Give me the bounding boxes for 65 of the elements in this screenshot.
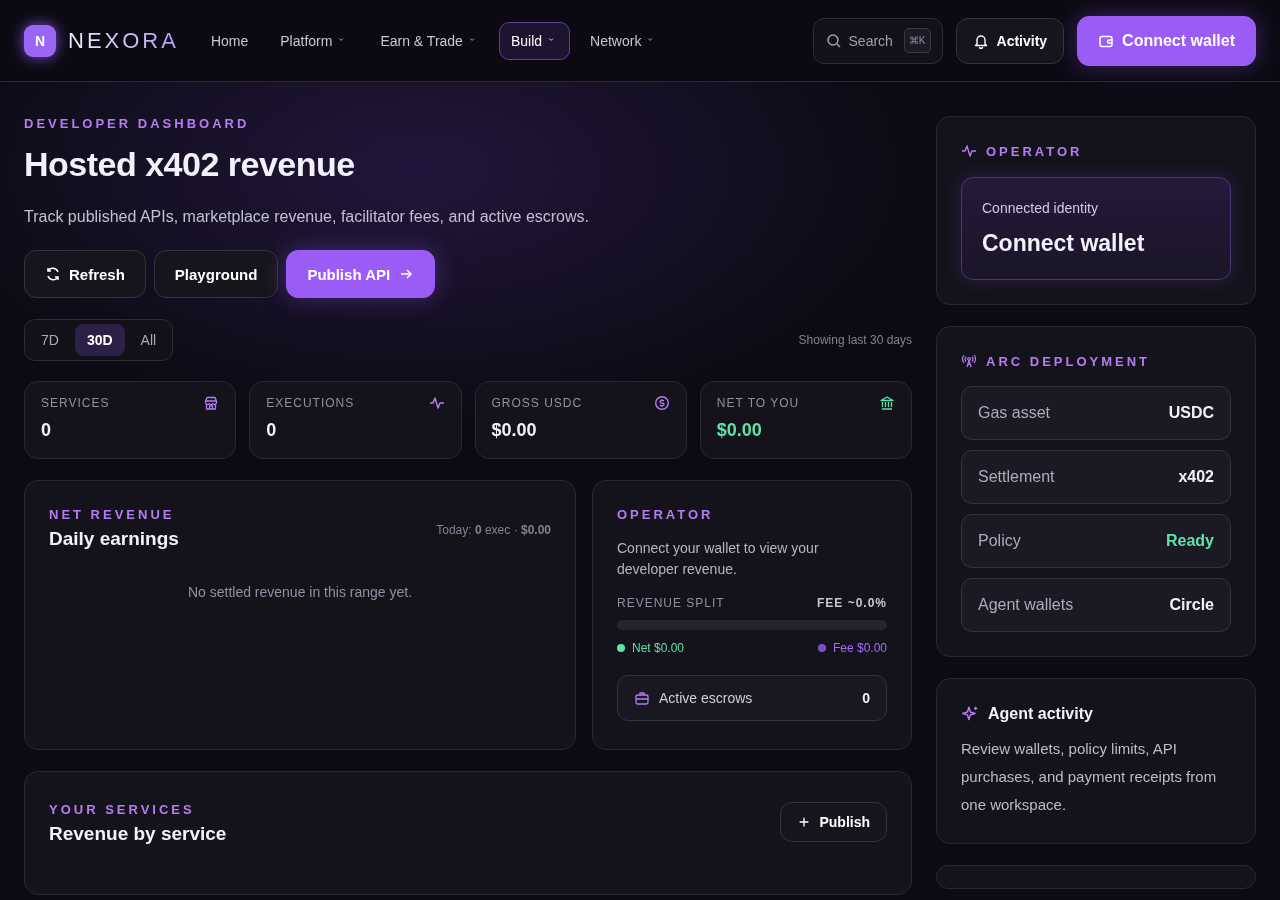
bell-icon: [972, 32, 989, 49]
page-title: Hosted x402 revenue: [24, 145, 356, 184]
stat-label: NET TO YOU: [716, 396, 800, 410]
row-label: Policy: [978, 532, 1021, 550]
row-label: Agent wallets: [978, 596, 1074, 614]
card-title: Revenue by service: [49, 823, 227, 845]
row-value: USDC: [1168, 404, 1214, 422]
section-eyebrow: NET REVENUE: [49, 507, 176, 522]
legend-label: Net $0.00: [632, 641, 685, 655]
empty-message: No settled revenue in this range yet.: [186, 584, 414, 600]
nav-link[interactable]: Build: [498, 21, 571, 60]
nav-link[interactable]: Earn & Trade: [368, 21, 491, 60]
antenna-icon: [961, 353, 977, 369]
section-eyebrow: OPERATOR: [986, 143, 1083, 159]
pulse-icon: [428, 395, 445, 411]
section-eyebrow: ARC DEPLOYMENT: [986, 353, 1151, 369]
stat-value: 0: [41, 420, 52, 441]
sparkle-icon: [961, 705, 979, 723]
today-summary: Today: 0 exec · $0.00: [436, 523, 551, 537]
split-label: REVENUE SPLIT: [617, 596, 725, 610]
section-eyebrow: YOUR SERVICES: [49, 802, 196, 817]
nav-link[interactable]: Platform: [268, 21, 361, 60]
connect-wallet-button[interactable]: Connect wallet: [1077, 15, 1256, 66]
refresh-button[interactable]: Refresh: [24, 250, 146, 298]
storefront-icon: [203, 395, 220, 411]
range-option[interactable]: 30D: [74, 324, 125, 356]
escrow-count: 0: [862, 690, 870, 706]
briefcase-icon: [634, 690, 650, 706]
stat-label: GROSS USDC: [491, 396, 583, 410]
nav-link[interactable]: Home: [198, 21, 261, 60]
publish-api-button[interactable]: Publish API: [286, 250, 436, 298]
identity-label: Connected identity: [982, 200, 1099, 216]
activity-button[interactable]: Activity: [955, 17, 1065, 64]
section-eyebrow: OPERATOR: [617, 507, 715, 522]
identity-value: Connect wallet: [982, 230, 1146, 257]
row-label: Settlement: [978, 468, 1055, 486]
operator-description: Connect your wallet to view your developer revenue.: [617, 539, 820, 579]
row-label: Gas asset: [978, 404, 1051, 422]
section-eyebrow: DEVELOPER DASHBOARD: [24, 116, 251, 131]
row-value: Ready: [1165, 532, 1214, 550]
stat-value: $0.00: [491, 420, 538, 441]
row-value: x402: [1178, 468, 1214, 486]
stat-label: SERVICES: [41, 396, 110, 410]
playground-button[interactable]: Playground: [153, 250, 279, 298]
range-option[interactable]: All: [128, 324, 169, 356]
panel-description: Review wallets, policy limits, API purchases, and payment receipts from one workspace.: [961, 739, 1218, 815]
legend-label: Fee $0.00: [832, 641, 887, 655]
page-subtitle: Track published APIs, marketplace revenue, facilitator fees, and active escrows.: [24, 208, 590, 226]
bank-icon: [879, 395, 895, 411]
refresh-icon: [45, 266, 61, 282]
card-title: Daily earnings: [49, 528, 179, 550]
logo-badge[interactable]: N: [24, 24, 56, 57]
escrow-label: Active escrows: [659, 690, 753, 706]
stat-value: 0: [266, 420, 278, 441]
fee-percentage: FEE ~0.0%: [816, 596, 887, 610]
stat-value: $0.00: [716, 420, 763, 441]
publish-button[interactable]: Publish: [780, 802, 887, 842]
row-value: Circle: [1169, 596, 1214, 614]
nav-link[interactable]: Network: [578, 21, 670, 60]
panel-title: Agent activity: [988, 705, 1093, 723]
range-option[interactable]: 7D: [29, 324, 71, 356]
dollar-coin-icon: [653, 395, 670, 411]
stat-label: EXECUTIONS: [266, 396, 355, 410]
range-note: Showing last 30 days: [798, 333, 912, 347]
pulse-icon: [961, 143, 977, 159]
